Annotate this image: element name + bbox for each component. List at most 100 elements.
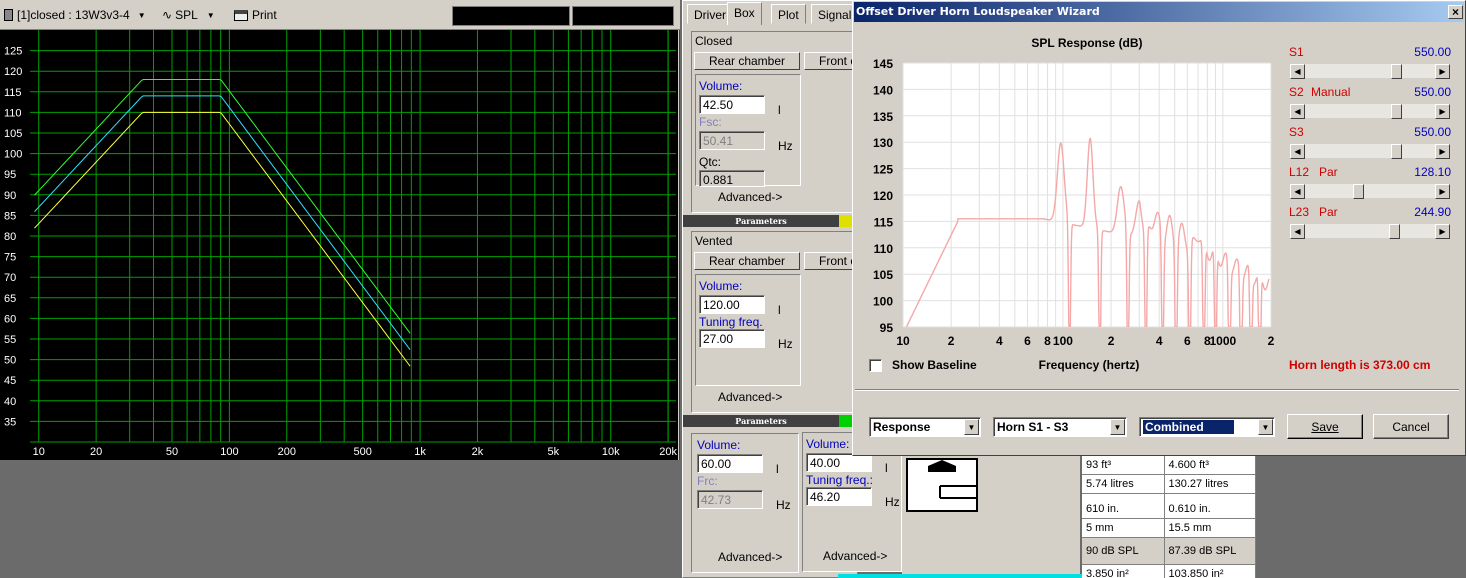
vented-advanced-link[interactable]: Advanced-> <box>718 390 782 404</box>
arrow-right-icon[interactable]: ▶ <box>1435 64 1450 79</box>
vented-parameters-bar[interactable]: Parameters <box>683 415 839 427</box>
y-tick-label: 95 <box>4 169 16 181</box>
table-cell: 15.5 mm <box>1164 518 1256 538</box>
spl-label: SPL <box>175 8 198 22</box>
slider-name: L23 <box>1289 205 1310 219</box>
bp-volume-label: Volume: <box>697 438 741 452</box>
status-box-1 <box>452 6 570 26</box>
enclosure-diagram <box>906 458 978 512</box>
vented-volume-input[interactable]: 120.00 <box>699 295 765 314</box>
y-tick-label: 55 <box>4 334 16 346</box>
horn-spl-chart[interactable]: SPL Response (dB) 145 140 135 130 125 120 115 11… <box>855 25 1285 381</box>
x-tick-label: 1k <box>414 446 426 458</box>
toolbar: [1]closed : 13W3v3-4 ▼ ∿ SPL ▼ Print <box>0 0 680 30</box>
closed-rear-chamber-button[interactable]: Rear chamber <box>694 52 800 70</box>
slider-track[interactable]: ◀ ▶ <box>1289 183 1451 199</box>
vented-tuning-input[interactable]: 27.00 <box>699 329 765 348</box>
arrow-right-icon[interactable]: ▶ <box>1435 144 1450 159</box>
bp-frc-unit: Hz <box>776 498 791 512</box>
show-baseline-checkbox[interactable]: Show Baseline <box>869 358 977 372</box>
print-label: Print <box>252 8 277 22</box>
x-tick-label: 100 <box>220 446 238 458</box>
section-select[interactable]: Horn S1 - S3 ▼ <box>993 417 1127 437</box>
slider-thumb[interactable] <box>1353 184 1364 199</box>
table-cell: 610 in. <box>1082 493 1165 519</box>
x-tick-label: 4 <box>1156 334 1163 348</box>
spl-chart[interactable]: 125 120 115 110 105 100 95 90 85 80 75 70 65 60 55 50 45… <box>0 30 678 460</box>
closed-advanced-link[interactable]: Advanced-> <box>718 190 782 204</box>
y-tick-label: 90 <box>4 190 16 202</box>
vented-tuning-label: Tuning freq. <box>699 315 763 329</box>
slider-name: S3 <box>1289 125 1304 139</box>
dialog-titlebar: Offset Driver Horn Loudspeaker Wizard × <box>854 2 1464 22</box>
y-tick-label: 110 <box>4 107 22 119</box>
x-tick-label: 2 <box>1268 334 1275 348</box>
slider-value: 550.00 <box>1414 85 1451 99</box>
bp-advanced-link[interactable]: Advanced-> <box>718 550 782 564</box>
close-button[interactable]: × <box>1448 5 1463 19</box>
closed-title: Closed <box>695 34 733 48</box>
table-row: 5 mm 15.5 mm <box>1082 518 1256 538</box>
print-button[interactable]: Print <box>234 6 277 24</box>
arrow-right-icon[interactable]: ▶ <box>1435 184 1450 199</box>
bp2-volume-label: Volume: <box>806 437 850 451</box>
x-tick-label: 10k <box>602 446 620 458</box>
y-tick-label: 40 <box>4 396 16 408</box>
closed-qtc-label: Qtc: <box>699 155 722 169</box>
x-tick-label: 200 <box>278 446 296 458</box>
slider-s1: S1 550.00 ◀ ▶ <box>1289 45 1451 83</box>
save-button[interactable]: Save <box>1287 414 1363 439</box>
tab-plot-label: Plot <box>778 8 799 22</box>
show-baseline-label: Show Baseline <box>892 358 977 372</box>
arrow-right-icon[interactable]: ▶ <box>1435 104 1450 119</box>
slider-thumb[interactable] <box>1391 144 1402 159</box>
cancel-button[interactable]: Cancel <box>1373 414 1449 439</box>
chart-background <box>0 30 678 460</box>
tab-plot[interactable]: Plot <box>771 4 806 24</box>
vented-status-indicator <box>839 415 853 427</box>
view-select[interactable]: Response ▼ <box>869 417 981 437</box>
closed-fsc-unit: Hz <box>778 139 793 153</box>
x-tick-label: 2 <box>948 334 955 348</box>
mode-select[interactable]: Combined ▼ <box>1139 417 1275 437</box>
save-label: Save <box>1311 419 1339 434</box>
checkbox-box <box>869 358 882 372</box>
arrow-left-icon[interactable]: ◀ <box>1290 104 1305 119</box>
slider-thumb[interactable] <box>1391 64 1402 79</box>
vented-rear-chamber-button[interactable]: Rear chamber <box>694 252 800 270</box>
cancel-label: Cancel <box>1392 419 1430 434</box>
y-tick-label: 45 <box>4 375 16 387</box>
arrow-left-icon[interactable]: ◀ <box>1290 64 1305 79</box>
bp-volume-input[interactable]: 60.00 <box>697 454 763 473</box>
table-cell: 5 mm <box>1082 518 1165 538</box>
tab-box[interactable]: Box <box>727 2 762 25</box>
spl-selector[interactable]: ∿ SPL ▼ <box>162 6 224 24</box>
slider-thumb[interactable] <box>1389 224 1400 239</box>
arrow-left-icon[interactable]: ◀ <box>1290 144 1305 159</box>
slider-track[interactable]: ◀ ▶ <box>1289 223 1451 239</box>
slider-track[interactable]: ◀ ▶ <box>1289 103 1451 119</box>
bp2-volume-unit: l <box>885 461 888 475</box>
y-tick-label: 95 <box>880 321 894 335</box>
arrow-right-icon[interactable]: ▶ <box>1435 224 1450 239</box>
y-tick-label: 85 <box>4 210 16 222</box>
arrow-left-icon[interactable]: ◀ <box>1290 184 1305 199</box>
slider-track[interactable]: ◀ ▶ <box>1289 143 1451 159</box>
tab-driver-label: Driver <box>694 8 726 22</box>
slider-thumb[interactable] <box>1391 104 1402 119</box>
x-tick-label: 6 <box>1184 334 1191 348</box>
dialog-title: Offset Driver Horn Loudspeaker Wizard <box>856 5 1100 18</box>
project-icon <box>4 9 13 21</box>
closed-volume-input[interactable]: 42.50 <box>699 95 765 114</box>
closed-qtc-value: 0.881 <box>699 170 765 187</box>
bp2-tuning-input[interactable]: 46.20 <box>806 487 872 506</box>
slider-track[interactable]: ◀ ▶ <box>1289 63 1451 79</box>
y-tick-label: 125 <box>4 46 22 58</box>
closed-parameters-bar[interactable]: Parameters <box>683 215 839 227</box>
project-selector[interactable]: [1]closed : 13W3v3-4 ▼ <box>4 6 154 24</box>
bp2-advanced-link[interactable]: Advanced-> <box>823 549 887 563</box>
table-cell: 90 dB SPL <box>1082 537 1165 565</box>
closed-section: Closed Rear chamber Front c Volume: 42.5… <box>691 31 864 213</box>
arrow-left-icon[interactable]: ◀ <box>1290 224 1305 239</box>
x-tick-label: 50 <box>166 446 178 458</box>
